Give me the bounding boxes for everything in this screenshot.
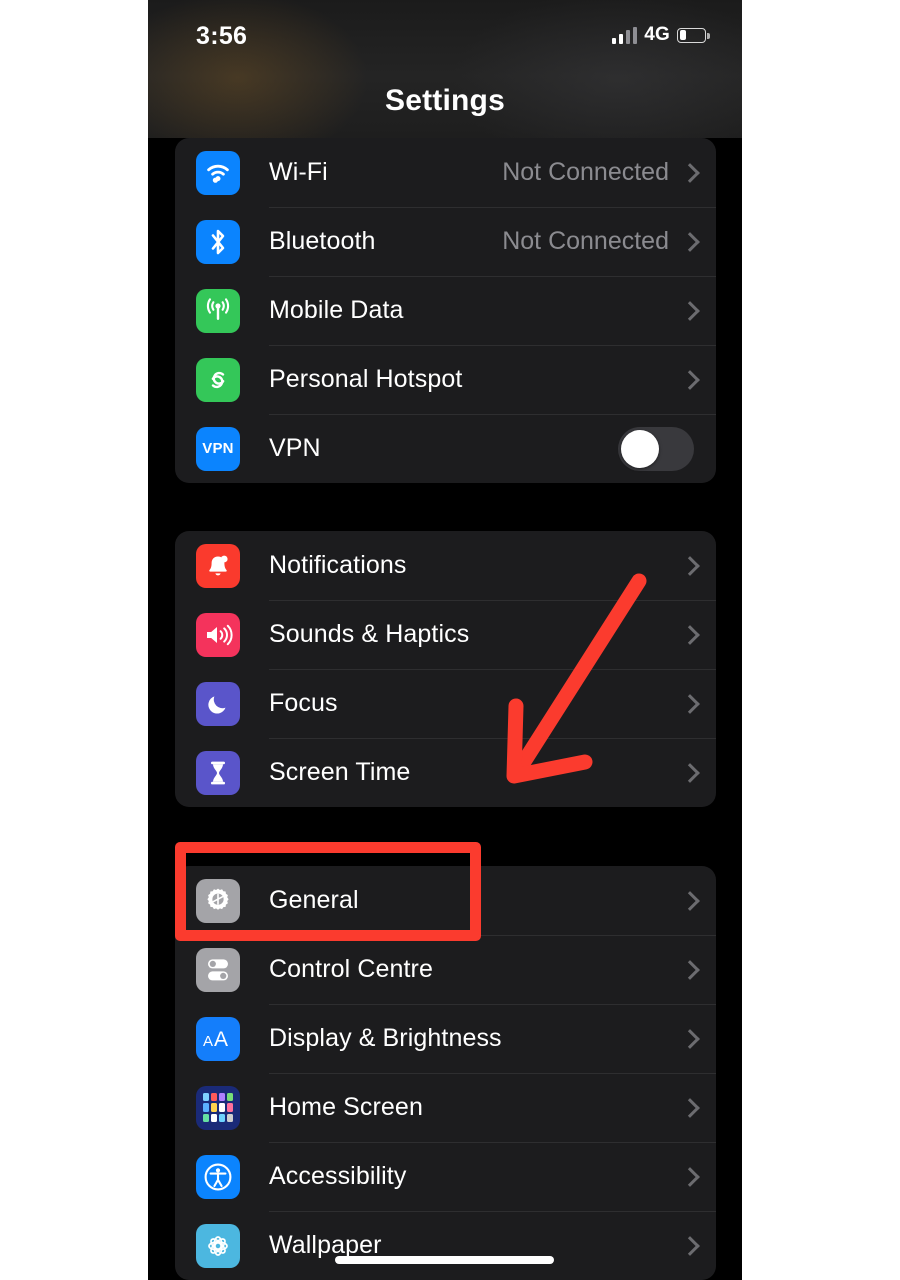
chevron-right-icon [683,232,694,251]
settings-row-vpn[interactable]: VPN VPN [175,414,716,483]
settings-row-label: Control Centre [269,955,433,983]
vpn-toggle[interactable] [618,426,694,471]
settings-row-accessibility[interactable]: Accessibility [175,1142,716,1211]
settings-row-label: Notifications [269,551,407,579]
chevron-right-icon [683,163,694,182]
settings-group-notifications: Notifications Sounds & Haptics Focus Scr… [175,531,716,807]
settings-row-label: Personal Hotspot [269,365,463,393]
settings-row-wallpaper[interactable]: Wallpaper [175,1211,716,1280]
settings-row-label: Sounds & Haptics [269,620,470,648]
settings-row-sounds-haptics[interactable]: Sounds & Haptics [175,600,716,669]
hourglass-icon [196,750,240,795]
flower-icon [196,1223,240,1268]
row-accessory [683,694,694,713]
row-accessory [683,1098,694,1117]
row-accessory: Not Connected [502,158,694,187]
hotspot-icon [196,357,240,402]
status-bar: 3:56 4G [148,0,742,70]
chevron-right-icon [683,625,694,644]
row-accessory [683,960,694,979]
settings-row-focus[interactable]: Focus [175,669,716,738]
settings-row-label: Display & Brightness [269,1024,502,1052]
bell-icon [196,543,240,588]
settings-row-control-centre[interactable]: Control Centre [175,935,716,1004]
chevron-right-icon [683,1098,694,1117]
settings-row-label: Screen Time [269,758,411,786]
chevron-right-icon [683,891,694,910]
row-accessory [683,1029,694,1048]
settings-row-bluetooth[interactable]: Bluetooth Not Connected [175,207,716,276]
svg-text:A: A [214,1028,228,1051]
row-accessory [683,763,694,782]
settings-row-label: Accessibility [269,1162,407,1190]
battery-low-icon [677,27,710,43]
settings-row-mobile-data[interactable]: Mobile Data [175,276,716,345]
settings-row-notifications[interactable]: Notifications [175,531,716,600]
status-time: 3:56 [196,22,248,50]
settings-row-label: Wi-Fi [269,158,328,186]
settings-row-value: Not Connected [502,158,669,186]
row-accessory [683,556,694,575]
status-indicators: 4G [611,24,710,46]
settings-row-wifi[interactable]: Wi-Fi Not Connected [175,138,716,207]
row-accessory [683,370,694,389]
row-accessory [683,301,694,320]
settings-row-label: Focus [269,689,338,717]
screenshot-root: Wi-Fi Not Connected Bluetooth Not Connec… [0,0,900,1280]
svg-text:A: A [203,1033,213,1050]
chevron-right-icon [683,301,694,320]
signal-bars-icon [611,26,638,44]
settings-row-screen-time[interactable]: Screen Time [175,738,716,807]
phone-screen: Wi-Fi Not Connected Bluetooth Not Connec… [148,0,742,1280]
settings-row-value: Not Connected [502,227,669,255]
chevron-right-icon [683,1236,694,1255]
bluetooth-icon [196,219,240,264]
chevron-right-icon [683,1029,694,1048]
row-accessory [683,1167,694,1186]
chevron-right-icon [683,694,694,713]
toggles-icon [196,947,240,992]
home-indicator-bar [335,1256,554,1264]
settings-row-label: Mobile Data [269,296,404,324]
app-grid-icon [196,1085,240,1130]
speaker-icon [196,612,240,657]
app-grid-dots [203,1092,233,1123]
page-title: Settings [385,84,505,117]
row-accessory [683,891,694,910]
settings-scroll-view[interactable]: Wi-Fi Not Connected Bluetooth Not Connec… [148,0,742,1280]
settings-row-label: VPN [269,434,321,462]
cellular-icon [196,288,240,333]
row-accessory [683,1236,694,1255]
vpn-badge-text: VPN [202,440,234,457]
red-highlight-box-annotation [175,842,481,941]
settings-row-label: Bluetooth [269,227,376,255]
settings-row-label: Home Screen [269,1093,423,1121]
wifi-icon [196,150,240,195]
settings-row-display-brightness[interactable]: A A Display & Brightness [175,1004,716,1073]
text-size-icon: A A [196,1016,240,1061]
chevron-right-icon [683,370,694,389]
moon-icon [196,681,240,726]
row-accessory [618,426,694,471]
chevron-right-icon [683,960,694,979]
chevron-right-icon [683,763,694,782]
chevron-right-icon [683,556,694,575]
row-accessory [683,625,694,644]
vpn-icon: VPN [196,426,240,471]
battery-fill [679,30,686,40]
row-accessory: Not Connected [502,227,694,256]
toggle-knob [621,429,659,468]
settings-row-home-screen[interactable]: Home Screen [175,1073,716,1142]
chevron-right-icon [683,1167,694,1186]
settings-row-personal-hotspot[interactable]: Personal Hotspot [175,345,716,414]
settings-group-connectivity: Wi-Fi Not Connected Bluetooth Not Connec… [175,138,716,483]
accessibility-icon [196,1154,240,1199]
network-type-label: 4G [644,24,670,45]
